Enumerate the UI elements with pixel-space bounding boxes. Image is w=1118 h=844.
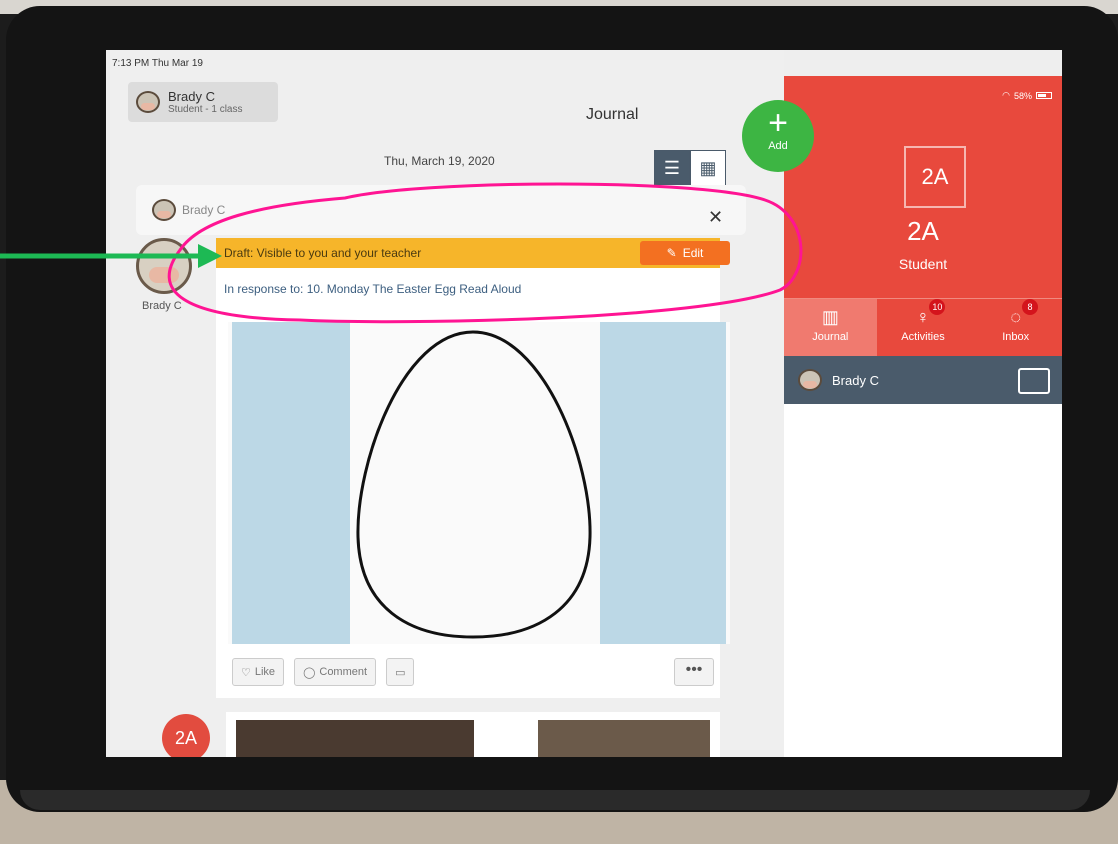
user-switcher[interactable]: Brady C Student - 1 class — [128, 82, 278, 122]
side-tabs: ▥ Journal ♀ 10 Activities ◌ 8 Inbox — [784, 298, 1062, 356]
status-time: 7:13 PM Thu Mar 19 — [112, 58, 203, 69]
folder-icon[interactable] — [1018, 368, 1050, 394]
user-name: Brady C — [168, 89, 215, 104]
feed-date: Thu, March 19, 2020 — [384, 154, 495, 168]
heart-icon: ♡ — [241, 666, 251, 679]
cow-avatar-icon — [798, 369, 822, 391]
tab-activities[interactable]: ♀ 10 Activities — [877, 299, 970, 356]
egg-worksheet-image — [228, 322, 730, 644]
tab-journal-label: Journal — [812, 331, 849, 343]
comment-button[interactable]: ◯ Comment — [294, 658, 377, 686]
next-post-card[interactable] — [226, 712, 720, 757]
book-icon: ▥ — [821, 307, 839, 327]
class-header: 2A 2A Student — [784, 76, 1062, 298]
lightbulb-icon: ♀ — [916, 307, 930, 327]
egg-outline — [356, 330, 592, 639]
more-options-button[interactable]: ••• — [674, 658, 714, 686]
list-view-icon[interactable]: ☰ — [654, 150, 690, 186]
post-actions: ♡ Like ◯ Comment ▭ — [232, 658, 415, 686]
battery-percent: 58% — [1013, 90, 1032, 101]
next-post-photo-2 — [538, 720, 710, 757]
draft-notice-text: Draft: Visible to you and your teacher — [224, 246, 422, 260]
pencil-icon: ✎ — [666, 246, 677, 260]
cow-avatar-icon — [152, 199, 176, 221]
class-role: Student — [898, 256, 948, 272]
tablet-case-edge — [20, 790, 1090, 810]
inbox-count-badge: 8 — [1022, 299, 1039, 315]
avatar-name: Brady C — [142, 300, 182, 312]
add-label: Add — [768, 140, 788, 152]
chat-icon: ◌ — [1010, 307, 1022, 327]
student-name: Brady C — [832, 372, 879, 388]
tab-journal[interactable]: ▥ Journal — [784, 299, 877, 356]
like-label: Like — [254, 666, 276, 678]
student-avatar — [136, 238, 192, 294]
post-author-name: Brady C — [182, 203, 226, 217]
wifi-icon: ◠ — [1002, 90, 1010, 100]
status-indicators: ◠ 58% — [1002, 90, 1052, 101]
next-post-photo-1 — [236, 720, 474, 757]
class-badge[interactable]: 2A — [162, 714, 210, 757]
student-row[interactable]: Brady C — [784, 356, 1062, 404]
cow-avatar-icon — [136, 91, 160, 113]
like-button[interactable]: ♡ Like — [232, 658, 285, 686]
edit-label: Edit — [682, 246, 704, 260]
view-toggle: ☰ ▦ — [654, 150, 726, 186]
class-icon-box: 2A — [904, 146, 966, 208]
tab-activities-label: Activities — [901, 331, 945, 343]
post-author-row: Brady C — [136, 185, 746, 235]
plus-icon: + — [768, 104, 788, 142]
tab-inbox[interactable]: ◌ 8 Inbox — [969, 299, 1062, 356]
class-side-panel: 2A 2A Student ▥ Journal ♀ 10 Activities … — [784, 76, 1062, 757]
comment-label: Comment — [319, 666, 368, 678]
user-subtitle: Student - 1 class — [168, 104, 243, 115]
calendar-view-icon[interactable]: ▦ — [690, 150, 726, 186]
folder-icon: ▭ — [395, 666, 406, 679]
journal-post-card: Draft: Visible to you and your teacher ✎… — [216, 238, 730, 698]
speech-bubble-icon: ◯ — [303, 666, 316, 679]
tab-inbox-label: Inbox — [1002, 331, 1030, 343]
page-title: Journal — [586, 106, 639, 123]
journal-pane: 7:13 PM Thu Mar 19 Brady C Student - 1 c… — [106, 50, 784, 757]
add-button[interactable]: + Add — [742, 100, 814, 172]
response-link[interactable]: In response to: 10. Monday The Easter Eg… — [224, 282, 521, 296]
class-name: 2A — [907, 216, 939, 246]
close-icon[interactable]: ✕ — [708, 207, 723, 228]
tablet-screen: 7:13 PM Thu Mar 19 Brady C Student - 1 c… — [106, 50, 1062, 757]
edit-button[interactable]: ✎ Edit — [640, 241, 730, 265]
user-chip-text: Brady C Student - 1 class — [168, 89, 242, 115]
battery-icon — [1036, 92, 1052, 99]
folder-button[interactable]: ▭ — [386, 658, 415, 686]
